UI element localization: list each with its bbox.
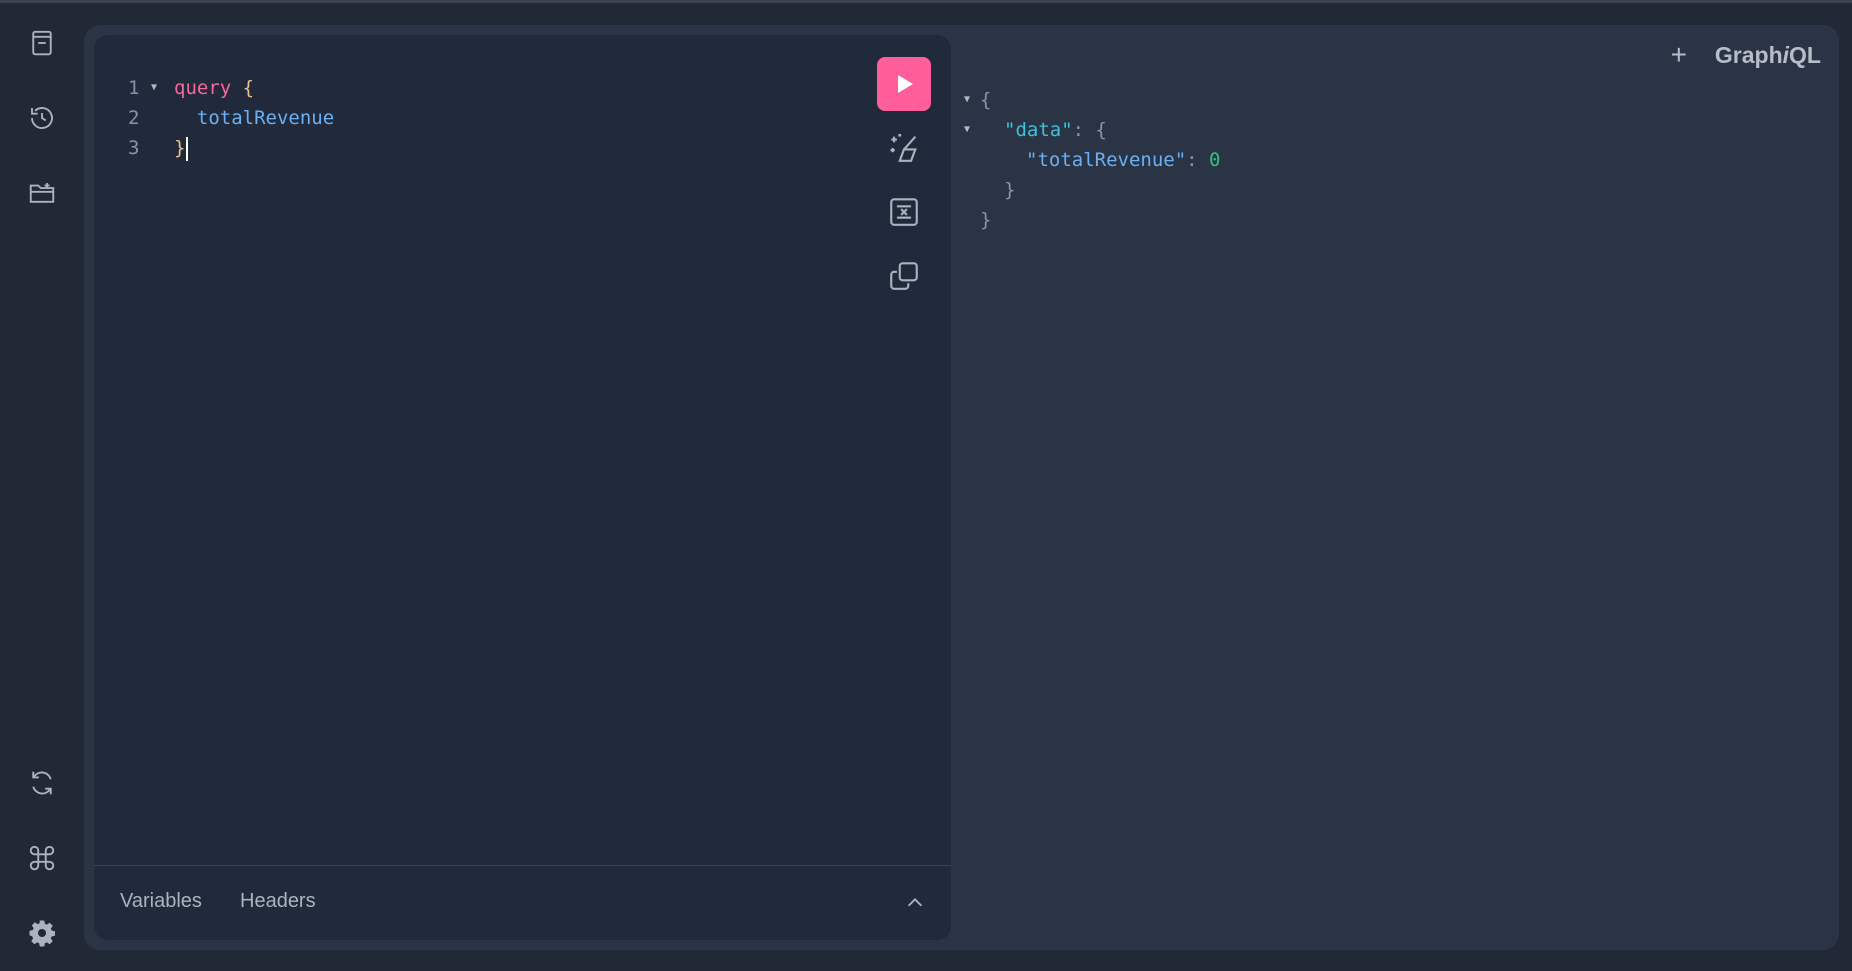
gear-icon bbox=[29, 920, 55, 947]
result-line: } bbox=[964, 175, 1664, 205]
result-key-data: "data" bbox=[1004, 119, 1073, 141]
fold-toggle-icon[interactable]: ▼ bbox=[151, 73, 157, 103]
field-name: totalRevenue bbox=[196, 107, 335, 129]
prettify-icon bbox=[890, 133, 917, 162]
fold-toggle-icon[interactable]: ▼ bbox=[964, 115, 970, 145]
refetch-schema-button[interactable] bbox=[22, 763, 62, 803]
header-area: + GraphiQL bbox=[1671, 40, 1821, 70]
refresh-icon bbox=[32, 771, 52, 795]
result-line: ▼ "data": { bbox=[964, 115, 1664, 145]
chevron-up-icon[interactable] bbox=[904, 892, 926, 914]
code-line: 3 } bbox=[94, 133, 851, 163]
tab-variables[interactable]: Variables bbox=[120, 890, 202, 913]
collections-button[interactable] bbox=[22, 173, 62, 213]
line-number: 3 bbox=[128, 137, 140, 159]
window-top-border bbox=[0, 0, 1852, 3]
fold-toggle-icon[interactable]: ▼ bbox=[964, 85, 970, 115]
run-query-button[interactable] bbox=[877, 57, 931, 111]
editor-tools-bar: Variables Headers bbox=[94, 865, 951, 940]
result-line: ▼ { bbox=[964, 85, 1664, 115]
result-key-total-revenue: "totalRevenue" bbox=[1026, 149, 1187, 171]
result-open-brace: { bbox=[980, 89, 992, 111]
keyword: query bbox=[174, 77, 232, 99]
result-colon: : bbox=[1186, 149, 1210, 171]
open-brace: { bbox=[242, 77, 255, 99]
history-button[interactable] bbox=[22, 98, 62, 138]
run-icon bbox=[898, 75, 913, 93]
result-inner-close: } bbox=[1004, 179, 1016, 201]
copy-icon bbox=[890, 262, 918, 290]
code-line: 1 ▼ query { bbox=[94, 73, 851, 103]
copy-query-button[interactable] bbox=[877, 249, 931, 303]
line-number: 1 bbox=[128, 77, 140, 99]
editor-toolbar bbox=[877, 57, 931, 303]
text-cursor bbox=[186, 136, 189, 161]
result-line: "totalRevenue": 0 bbox=[964, 145, 1664, 175]
prettify-button[interactable] bbox=[877, 121, 931, 175]
result-line: } bbox=[964, 205, 1664, 235]
result-value: 0 bbox=[1209, 149, 1221, 171]
folder-add-icon bbox=[29, 183, 55, 203]
query-editor[interactable]: 1 ▼ query { 2 totalRevenue 3 } Variables… bbox=[94, 35, 951, 940]
code-area[interactable]: 1 ▼ query { 2 totalRevenue 3 } bbox=[94, 73, 851, 163]
merge-fragments-button[interactable] bbox=[877, 185, 931, 239]
graphiql-logo: GraphiQL bbox=[1715, 42, 1821, 69]
history-icon bbox=[31, 107, 53, 129]
settings-button[interactable] bbox=[22, 913, 62, 953]
shortcuts-button[interactable] bbox=[22, 838, 62, 878]
command-icon bbox=[29, 845, 55, 871]
merge-fragments-icon bbox=[890, 198, 918, 226]
docs-icon bbox=[32, 30, 52, 56]
line-number: 2 bbox=[128, 107, 140, 129]
tab-headers[interactable]: Headers bbox=[240, 890, 316, 913]
result-colon: : bbox=[1072, 119, 1096, 141]
close-brace: } bbox=[174, 137, 186, 159]
result-data-open: { bbox=[1095, 119, 1107, 141]
result-viewer[interactable]: ▼ { ▼ "data": { "totalRevenue": 0 } } bbox=[964, 85, 1664, 235]
add-tab-button[interactable]: + bbox=[1671, 40, 1687, 70]
logo-suffix: QL bbox=[1789, 41, 1821, 68]
docs-button[interactable] bbox=[22, 23, 62, 63]
sidebar bbox=[0, 3, 84, 971]
code-line: 2 totalRevenue bbox=[94, 103, 851, 133]
logo-prefix: Graph bbox=[1714, 41, 1783, 68]
main-panel: 1 ▼ query { 2 totalRevenue 3 } Variables… bbox=[84, 25, 1839, 950]
result-outer-close: } bbox=[980, 209, 992, 231]
